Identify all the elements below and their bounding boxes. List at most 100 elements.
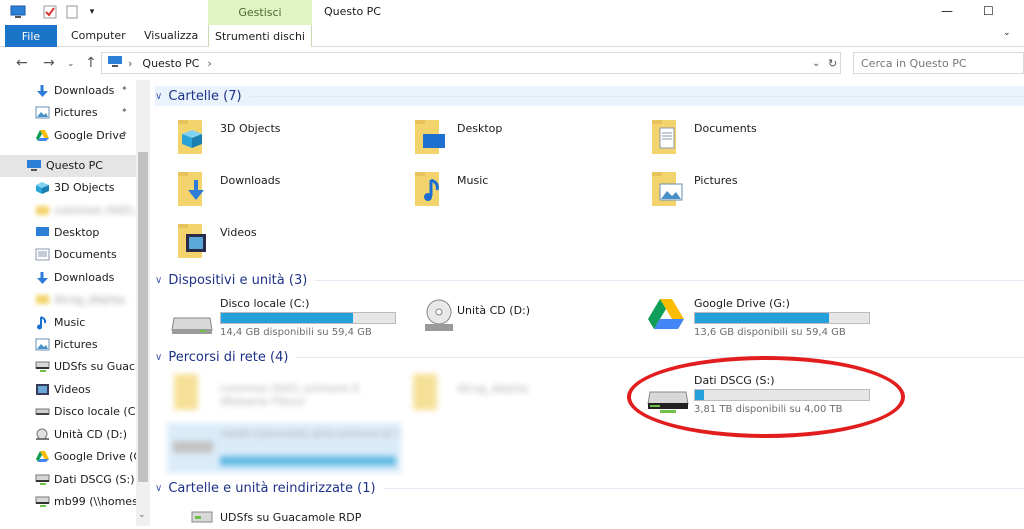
- sidebar-item-label: Videos: [54, 383, 91, 396]
- sidebar-item-label: UDSfs su Guacar: [54, 360, 136, 373]
- refresh-icon[interactable]: ↻: [828, 57, 837, 70]
- sidebar-item-music[interactable]: Music: [0, 312, 136, 334]
- sidebar-item-label: Disco locale (C:): [54, 405, 136, 418]
- monitor-icon[interactable]: [10, 4, 26, 20]
- drive-g-usage-bar: [694, 312, 870, 324]
- chevron-right-icon[interactable]: ›: [207, 57, 211, 70]
- tab-strumenti-dischi[interactable]: Strumenti dischi: [208, 25, 312, 47]
- network-dicsg-name: dicsg_deploy: [457, 382, 529, 395]
- videos-icon: [35, 383, 50, 397]
- folder-label: 3D Objects: [220, 122, 281, 135]
- highlight-circle: [627, 356, 905, 438]
- network-drive-icon: [35, 495, 50, 509]
- window-title: Questo PC: [324, 5, 381, 18]
- network-mb99[interactable]: mb99 (\\homes01.dmo.unimore.it) (M:): [167, 423, 401, 473]
- sidebar-item-google-drive-g[interactable]: Google Drive (G:: [0, 446, 136, 468]
- sidebar-item-label: Pictures: [54, 106, 98, 119]
- disk-icon: [35, 405, 50, 419]
- title-bar: ▾ Gestisci Questo PC — ☐: [0, 0, 1024, 25]
- back-icon[interactable]: ←: [16, 55, 28, 71]
- address-bar[interactable]: › Questo PC › ⌄ ↻: [101, 52, 841, 74]
- sidebar-item-label: Music: [54, 316, 86, 329]
- sidebar-item-unit-cd-d[interactable]: Unità CD (D:): [0, 424, 136, 446]
- network-common-name: common (fs01.unimore.it (Robanie Files)): [220, 382, 360, 408]
- tab-file[interactable]: File: [5, 25, 57, 47]
- sidebar-item-pictures[interactable]: Pictures ✦: [0, 102, 136, 124]
- tab-computer[interactable]: Computer: [71, 29, 126, 42]
- sidebar-item-google-drive[interactable]: Google Drive ✦: [0, 125, 136, 147]
- folder-label: Music: [457, 174, 489, 187]
- group-header-folders[interactable]: ∨ Cartelle (7): [155, 86, 1024, 106]
- sidebar-item-documents[interactable]: Documents: [0, 244, 136, 266]
- sidebar-item-label: Pictures: [54, 338, 98, 351]
- group-header-redirected[interactable]: ∨ Cartelle e unità reindirizzate (1): [155, 478, 1024, 498]
- folder-label: Desktop: [457, 122, 503, 135]
- search-input[interactable]: Cerca in Questo PC: [853, 52, 1024, 74]
- sidebar-item-questo-pc[interactable]: Questo PC: [0, 155, 136, 177]
- sidebar-item-3d-objects[interactable]: 3D Objects: [0, 177, 136, 199]
- maximize-icon[interactable]: ☐: [983, 4, 994, 18]
- drive-g-free-space: 13,6 GB disponibili su 59,4 GB: [694, 327, 846, 338]
- folder-icon: [174, 374, 198, 410]
- google-drive-icon: [646, 297, 686, 336]
- forward-icon[interactable]: →: [43, 55, 55, 71]
- sidebar-item-udsfs-su-guacar[interactable]: UDSfs su Guacar: [0, 356, 136, 378]
- sidebar-item-disco-locale-c[interactable]: Disco locale (C:): [0, 401, 136, 423]
- scrollbar-thumb[interactable]: [138, 152, 148, 482]
- sidebar-item-label: Unità CD (D:): [54, 428, 128, 441]
- sidebar-item-downloads[interactable]: Downloads ✦: [0, 80, 136, 102]
- expand-ribbon-icon[interactable]: ⌄: [1003, 28, 1011, 38]
- folder-label: Pictures: [694, 174, 738, 187]
- sidebar-item-label: dicsg_deploy: [54, 293, 126, 306]
- recent-locations-icon[interactable]: ⌄: [67, 59, 75, 69]
- sidebar-item-dicsg-deploy[interactable]: dicsg_deploy: [0, 289, 136, 311]
- tab-visualizza[interactable]: Visualizza: [144, 29, 198, 42]
- download-arrow-icon: [35, 84, 50, 98]
- monitor-icon: [26, 159, 41, 173]
- customize-toolbar-icon[interactable]: ▾: [84, 4, 100, 20]
- pictures-icon: [35, 338, 50, 352]
- drive-g-name: Google Drive (G:): [694, 297, 790, 310]
- drive-c-name: Disco locale (C:): [220, 297, 310, 310]
- network-drive-icon: [35, 360, 50, 374]
- navigation-pane: Downloads ✦ Pictures ✦ Google Drive ✦ Questo P…: [0, 80, 150, 526]
- folder-icon: [35, 293, 50, 307]
- up-icon[interactable]: ↑: [85, 55, 97, 71]
- sidebar-item-desktop[interactable]: Desktop: [0, 222, 136, 244]
- new-folder-icon[interactable]: [64, 4, 80, 20]
- sidebar-item-label: 3D Objects: [54, 181, 115, 194]
- drive-d-name: Unità CD (D:): [457, 304, 531, 317]
- breadcrumb[interactable]: Questo PC: [142, 57, 199, 70]
- network-drive-icon: [173, 441, 213, 453]
- sidebar-item-mb99-homes[interactable]: mb99 (\\homes: [0, 491, 136, 513]
- documents-icon: [35, 248, 50, 262]
- desktop-folder-icon: [413, 116, 447, 156]
- download-arrow-icon: [35, 271, 50, 285]
- documents-folder-icon: [650, 116, 684, 156]
- network-mb99-name: mb99 (\\homes01.dmo.unimore.it) (M:): [220, 429, 400, 440]
- properties-icon[interactable]: [42, 4, 58, 20]
- cd-drive-icon: [422, 298, 456, 337]
- downloads-folder-icon: [176, 168, 210, 208]
- google-drive-icon: [35, 129, 50, 143]
- sidebar-item-dati-dscg-s[interactable]: Dati DSCG (S:): [0, 469, 136, 491]
- desktop-icon: [35, 226, 50, 240]
- sidebar-item-pictures[interactable]: Pictures: [0, 334, 136, 356]
- folder-icon: [413, 374, 437, 410]
- sidebar-item-downloads[interactable]: Downloads: [0, 267, 136, 289]
- pin-icon: ✦: [121, 129, 128, 138]
- drive-c-usage-bar: [220, 312, 396, 324]
- folder-label: Downloads: [220, 174, 281, 187]
- minimize-icon[interactable]: —: [941, 4, 953, 18]
- ribbon-context-gestisci: Gestisci: [208, 0, 312, 25]
- sidebar-item-common-fs01-unimore-it[interactable]: common (fs01.unimore.it): [0, 200, 136, 222]
- monitor-icon: [107, 55, 123, 71]
- scroll-down-icon[interactable]: ⌄: [138, 510, 146, 520]
- sidebar-item-videos[interactable]: Videos: [0, 379, 136, 401]
- group-header-devices[interactable]: ∨ Dispositivi e unità (3): [155, 270, 1024, 290]
- drive-c-free-space: 14,4 GB disponibili su 59,4 GB: [220, 327, 372, 338]
- sidebar-item-label: Downloads: [54, 84, 115, 97]
- group-header-network[interactable]: ∨ Percorsi di rete (4): [155, 347, 1024, 367]
- chevron-down-icon[interactable]: ⌄: [812, 58, 820, 69]
- folder-icon: [35, 204, 50, 218]
